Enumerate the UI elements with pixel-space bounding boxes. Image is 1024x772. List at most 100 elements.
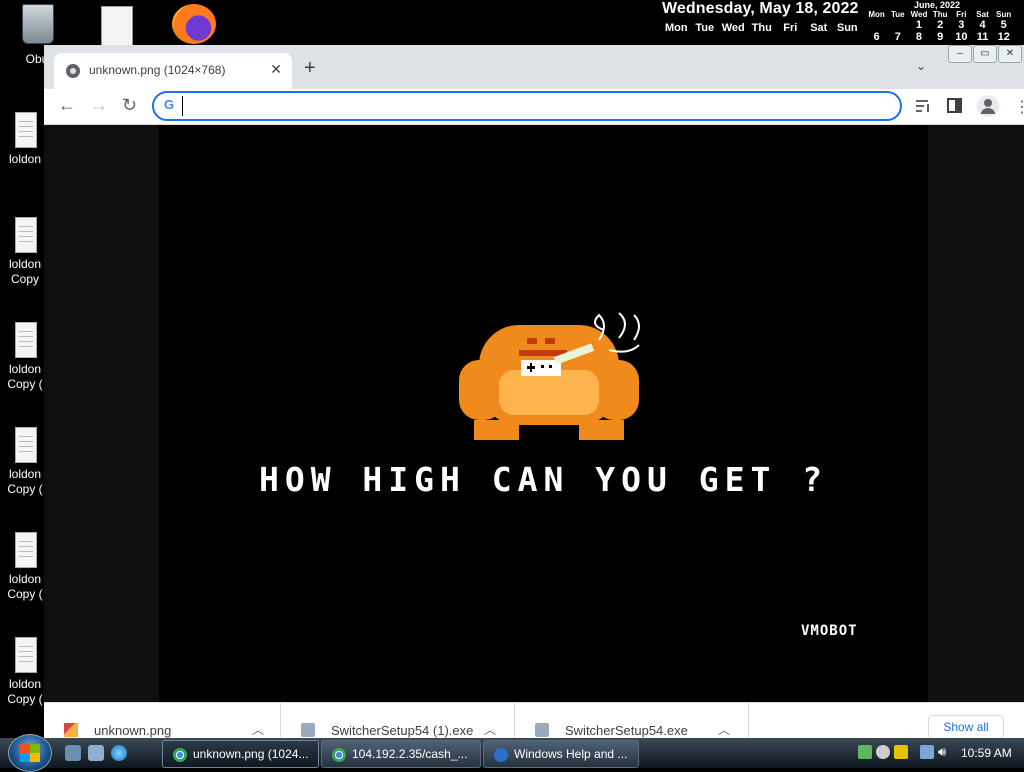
calendar-day: 9	[937, 31, 944, 43]
browser-window: unknown.png (1024×768) ✕ + ⌄ – ▭ ✕ ← → ↻…	[44, 45, 1024, 739]
switch-windows-icon[interactable]	[88, 745, 104, 761]
new-tab-button[interactable]: +	[304, 57, 316, 80]
more-menu-icon[interactable]: ⋮	[1014, 97, 1024, 116]
forward-arrow-icon[interactable]: →	[90, 95, 108, 116]
calendar-day: 7	[894, 31, 901, 43]
desktop-icon-loldon-3[interactable]: loldon Copy (	[4, 322, 48, 392]
calendar-day-header: Tue	[890, 10, 905, 19]
document-icon[interactable]	[101, 6, 133, 46]
taskbar: unknown.png (1024... 104.192.2.35/cash_.…	[0, 734, 1024, 772]
reading-list-icon[interactable]	[914, 97, 932, 115]
calendar-day-header: Mon	[868, 10, 885, 19]
display-icon[interactable]	[920, 745, 934, 759]
image-file-icon	[64, 723, 78, 737]
calendar-day-header: Thu	[932, 10, 948, 19]
download-name: SwitcherSetup54.exe	[565, 723, 688, 738]
desktop-icon-label: loldon Copy (	[7, 467, 43, 496]
tab-strip: unknown.png (1024×768) ✕ + ⌄ – ▭ ✕	[44, 45, 1024, 89]
taskbar-item-help[interactable]: Windows Help and ...	[483, 740, 639, 768]
calendar-header: Mon Tue Wed Thu Fri Sat Sun	[866, 10, 1024, 19]
calendar-day-header: Wed	[910, 10, 928, 19]
reload-icon[interactable]: ↻	[122, 95, 137, 116]
calendar-week: 6 7 8 9 10 11 12	[866, 31, 1024, 43]
weekday: Fri	[783, 22, 798, 34]
tab-active[interactable]: unknown.png (1024×768) ✕	[54, 53, 292, 89]
clock[interactable]: 10:59 AM	[961, 746, 1012, 760]
volume-icon[interactable]: 🔊︎	[938, 745, 952, 759]
sync-icon[interactable]	[876, 745, 890, 759]
security-icon[interactable]	[894, 745, 908, 759]
download-name: SwitcherSetup54 (1).exe	[331, 723, 474, 738]
calendar-day: 5	[1000, 19, 1007, 31]
address-bar[interactable]: G	[152, 91, 902, 121]
minimize-button[interactable]: –	[948, 45, 972, 63]
tab-search-chevron-icon[interactable]: ⌄	[916, 59, 926, 73]
calendar-day: 6	[873, 31, 880, 43]
chrome-icon	[332, 747, 346, 762]
recycle-bin-icon	[22, 4, 54, 44]
mini-calendar: June, 2022 Mon Tue Wed Thu Fri Sat Sun 1…	[866, 0, 1024, 43]
chevron-up-icon[interactable]: ︿	[718, 721, 730, 738]
chevron-up-icon[interactable]: ︿	[484, 721, 496, 738]
installer-file-icon	[301, 723, 315, 737]
calendar-day-header: Sun	[996, 10, 1012, 19]
calendar-month: June, 2022	[913, 0, 961, 10]
calendar-day: 2	[937, 19, 944, 31]
calendar-day: 8	[915, 31, 923, 43]
desktop-icon-label: loldon Copy (	[7, 677, 43, 706]
taskbar-item-browser[interactable]: unknown.png (1024...	[162, 740, 319, 768]
chevron-up-icon[interactable]: ︿	[252, 721, 264, 738]
address-input[interactable]	[182, 96, 887, 116]
download-shelf: unknown.png ︿ SwitcherSetup54 (1).exe ︿ …	[44, 702, 1024, 739]
tab-title: unknown.png (1024×768)	[89, 63, 226, 77]
desktop-icon-loldon-4[interactable]: loldon Copy (	[4, 427, 48, 497]
calendar-day	[887, 19, 908, 31]
weekday: Thu	[751, 22, 772, 34]
date-text: Wednesday, May 18, 2022	[662, 0, 859, 17]
calendar-day: 10	[955, 31, 968, 43]
desktop-icon-loldon-1[interactable]: loldon	[4, 112, 48, 167]
calendar-day-header: Sat	[976, 10, 989, 19]
calendar-day-header: Fri	[956, 10, 967, 19]
network-icon[interactable]	[858, 745, 872, 759]
system-tray: 🔊︎ 10:59 AM	[852, 738, 1024, 768]
close-icon[interactable]: ✕	[270, 61, 282, 78]
text-file-icon	[15, 427, 37, 463]
desktop-icon-label: loldon	[8, 152, 42, 166]
desktop-icon-loldon-6[interactable]: loldon Copy (	[4, 637, 48, 707]
desktop-icon-label: loldon Copy (	[7, 362, 43, 391]
download-name: unknown.png	[94, 723, 172, 738]
text-file-icon	[15, 112, 37, 148]
profile-avatar-icon[interactable]	[977, 95, 999, 117]
internet-explorer-icon[interactable]	[111, 745, 127, 761]
ape-sprite-image	[459, 312, 640, 440]
show-desktop-icon[interactable]	[65, 745, 81, 761]
taskbar-item-browser-2[interactable]: 104.192.2.35/cash_...	[321, 740, 481, 768]
desktop-icon-label: loldon Copy	[8, 257, 42, 286]
text-file-icon	[15, 637, 37, 673]
task-label: Windows Help and ...	[514, 747, 628, 761]
download-item[interactable]: SwitcherSetup54.exe ︿	[515, 703, 749, 739]
displayed-image: HOW HIGH CAN YOU GET ? VMOBOT	[159, 125, 928, 702]
firefox-icon[interactable]	[172, 4, 216, 44]
desktop-icon-loldon-5[interactable]: loldon Copy (	[4, 532, 48, 602]
start-button[interactable]	[8, 734, 52, 772]
text-file-icon	[15, 217, 37, 253]
calendar-day: 12	[997, 31, 1010, 43]
text-file-icon	[15, 322, 37, 358]
download-item[interactable]: unknown.png ︿	[44, 703, 281, 739]
calendar-week: 1 2 3 4 5	[866, 19, 1024, 31]
back-arrow-icon[interactable]: ←	[58, 95, 76, 116]
download-item[interactable]: SwitcherSetup54 (1).exe ︿	[281, 703, 515, 739]
weekday: Wed	[721, 22, 745, 34]
maximize-button[interactable]: ▭	[973, 45, 997, 63]
task-label: 104.192.2.35/cash_...	[352, 747, 468, 761]
weekday: Sat	[810, 22, 828, 34]
close-window-button[interactable]: ✕	[998, 45, 1022, 63]
side-panel-icon[interactable]	[946, 97, 964, 115]
desktop-icon-loldon-2[interactable]: loldon Copy	[4, 217, 48, 287]
desktop-icon-label: loldon Copy (	[7, 572, 43, 601]
chrome-icon	[173, 747, 187, 762]
show-all-button[interactable]: Show all	[928, 715, 1004, 739]
image-viewer: HOW HIGH CAN YOU GET ? VMOBOT	[44, 125, 1024, 702]
